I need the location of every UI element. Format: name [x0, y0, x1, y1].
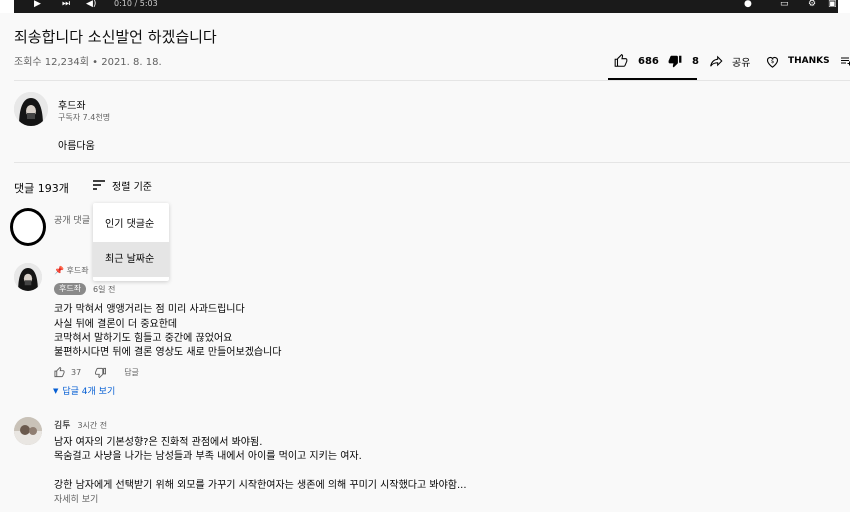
sort-button[interactable]: 정렬 기준	[92, 177, 152, 193]
thumbs-up-icon[interactable]	[54, 366, 65, 378]
playlist-add-icon	[841, 57, 850, 66]
share-label: 공유	[732, 57, 751, 69]
divider	[14, 162, 850, 163]
like-count: 686	[638, 55, 659, 67]
thumbs-down-icon	[668, 55, 682, 68]
thumbs-up-icon	[614, 54, 628, 67]
share-icon	[710, 55, 723, 67]
comment-author: 김투 3시간 전	[54, 418, 107, 431]
caret-down-icon: ▼	[53, 386, 59, 395]
thanks-label: THANKS	[788, 56, 830, 66]
comment-time[interactable]: 3시간 전	[77, 421, 107, 430]
comment-text-line: 코가 막혀서 앵앵거리는 점 미리 사과드립니다	[54, 304, 245, 315]
sort-menu: 인기 댓글순 최근 날짜순	[93, 203, 169, 281]
pinned-label: 📌 후드좌	[54, 265, 89, 276]
comment-text-line: 강한 남자에게 선택받기 위해 외모를 가꾸기 시작한여자는 생존에 의해 꾸미…	[54, 480, 467, 491]
sort-icon	[93, 180, 105, 190]
view-replies-label: 답글 4개 보기	[62, 387, 116, 397]
comment-input[interactable]: 공개 댓글	[54, 213, 90, 226]
comment-like-count: 37	[71, 367, 82, 377]
autoplay-icon[interactable]: ●	[744, 0, 752, 9]
dislike-count: 8	[692, 55, 699, 67]
pin-icon: 📌	[54, 266, 64, 275]
settings-icon[interactable]: ⚙	[808, 0, 816, 9]
comment-text-line: 사실 뒤에 결론이 더 중요한데	[54, 319, 178, 330]
volume-icon[interactable]: ◀)	[86, 0, 96, 9]
comment-text-line: 남자 여자의 기본성향?은 진화적 관점에서 봐야됨.	[54, 437, 263, 448]
video-title: 죄송합니다 소신발언 하겠습니다	[14, 28, 217, 46]
hooded-figure-image	[14, 263, 42, 291]
read-more-button[interactable]: 자세히 보기	[54, 492, 98, 505]
view-replies-button[interactable]: ▼ 답글 4개 보기	[53, 384, 116, 398]
time-display: 0:10 / 5:03	[114, 0, 158, 8]
comment-text-line: 목숨걸고 사냥을 나가는 남성들과 부족 내에서 아이를 먹이고 지키는 여자.	[54, 451, 362, 462]
comment-count: 댓글 193개	[14, 182, 69, 195]
video-meta: 조회수 12,234회 • 2021. 8. 18.	[14, 57, 162, 68]
author-name[interactable]: 김투	[54, 421, 71, 431]
super-thanks-icon: $	[766, 56, 779, 68]
comment-text-line: 코막혀서 말하기도 힘들고 중간에 끊었어요	[54, 333, 233, 344]
pinned-by: 후드좌	[66, 266, 89, 275]
channel-avatar[interactable]	[14, 92, 48, 126]
author-badge[interactable]: 후드좌	[54, 283, 87, 295]
sort-option-top[interactable]: 인기 댓글순	[93, 207, 169, 242]
thanks-button[interactable]: $ THANKS	[765, 54, 830, 68]
save-button[interactable]	[840, 54, 850, 68]
thumbs-down-icon[interactable]	[95, 367, 107, 378]
comment-text-line: 불편하시다면 뒤에 결론 영상도 새로 만들어보겠습니다	[54, 347, 282, 358]
reply-button[interactable]: 답글	[124, 367, 139, 378]
subtitles-icon[interactable]: ▭	[780, 0, 789, 9]
sort-option-newest[interactable]: 최근 날짜순	[93, 242, 169, 277]
hooded-figure-image	[14, 92, 48, 126]
commenter-avatar[interactable]	[14, 417, 42, 445]
next-icon[interactable]: ⏭	[62, 0, 70, 9]
sort-label: 정렬 기준	[112, 181, 152, 193]
share-button[interactable]: 공유	[709, 54, 751, 69]
divider	[14, 80, 850, 81]
subscriber-count: 구독자 7.4천명	[58, 113, 111, 122]
comment-time[interactable]: 6일 전	[93, 284, 115, 295]
comment-actions: 37 답글	[54, 366, 139, 378]
user-avatar	[10, 208, 46, 246]
player-controls-bar: ▶ ⏭ ◀) 0:10 / 5:03 ● ▭ ⚙ ▣	[14, 0, 838, 13]
dislike-button[interactable]: 8	[668, 54, 699, 68]
play-icon[interactable]: ▶	[34, 0, 41, 9]
profile-photo-image	[14, 417, 42, 445]
video-player[interactable]: ▶ ⏭ ◀) 0:10 / 5:03 ● ▭ ⚙ ▣	[0, 0, 850, 13]
video-description: 아름다움	[58, 141, 95, 152]
miniplayer-icon[interactable]: ▣	[828, 0, 837, 9]
commenter-avatar[interactable]	[14, 263, 42, 291]
channel-name[interactable]: 후드좌	[58, 97, 86, 112]
svg-text:$: $	[771, 59, 775, 65]
like-button[interactable]: 686	[614, 54, 659, 68]
